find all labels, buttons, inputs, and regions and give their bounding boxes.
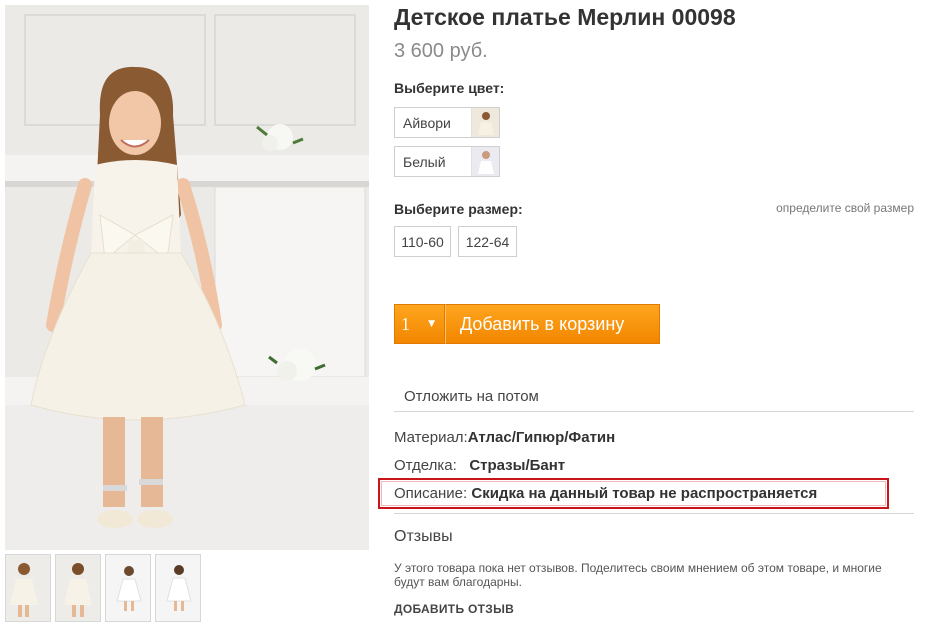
color-option-label: Айвори: [403, 114, 451, 131]
property-material: Материал:Атлас/Гипюр/Фатин: [394, 429, 615, 446]
product-price: 3 600 руб.: [394, 40, 488, 62]
add-review-link[interactable]: ДОБАВИТЬ ОТЗЫВ: [394, 602, 514, 616]
property-value: Стразы/Бант: [469, 457, 566, 474]
add-to-cart-button[interactable]: Добавить в корзину: [445, 304, 660, 344]
reviews-empty-text: У этого товара пока нет отзывов. Поделит…: [394, 561, 882, 589]
reviews-heading: Отзывы: [394, 528, 453, 545]
divider: [394, 411, 914, 412]
property-name: Описание:: [394, 485, 468, 502]
property-finish: Отделка: Стразы/Бант: [394, 457, 565, 474]
save-for-later-link[interactable]: Отложить на потом: [404, 388, 539, 405]
property-name: Материал:: [394, 429, 468, 446]
product-title: Детское платье Мерлин 00098: [394, 4, 736, 30]
thumbnail-4[interactable]: [155, 554, 201, 622]
color-swatch-image: [471, 147, 499, 176]
thumbnail-2[interactable]: [55, 554, 101, 622]
color-option-label: Белый: [403, 153, 446, 170]
product-main-image[interactable]: [5, 5, 369, 550]
color-option-white[interactable]: Белый: [394, 146, 500, 177]
thumbnail-3[interactable]: [105, 554, 151, 622]
property-name: Отделка:: [394, 457, 457, 474]
property-value: Атлас/Гипюр/Фатин: [467, 429, 616, 446]
color-label: Выберите цвет:: [394, 80, 505, 96]
size-label: Выберите размер:: [394, 201, 523, 217]
color-swatch-image: [471, 108, 499, 137]
quantity-select[interactable]: 1 ▼: [394, 304, 445, 344]
add-to-cart-group: 1 ▼ Добавить в корзину: [394, 304, 660, 344]
quantity-value: 1: [401, 313, 410, 334]
property-value: Скидка на данный товар не распространяет…: [471, 485, 818, 502]
thumbnail-1[interactable]: [5, 554, 51, 622]
size-guide-link[interactable]: определите свой размер: [776, 201, 914, 215]
property-description: Описание: Скидка на данный товар не расп…: [394, 485, 817, 502]
size-option-110-60[interactable]: 110-60: [394, 226, 451, 257]
thumbnail-strip: [5, 554, 201, 622]
color-option-ivory[interactable]: Айвори: [394, 107, 500, 138]
size-option-122-64[interactable]: 122-64: [458, 226, 517, 257]
chevron-down-icon: ▼: [428, 319, 435, 329]
divider: [394, 513, 914, 514]
